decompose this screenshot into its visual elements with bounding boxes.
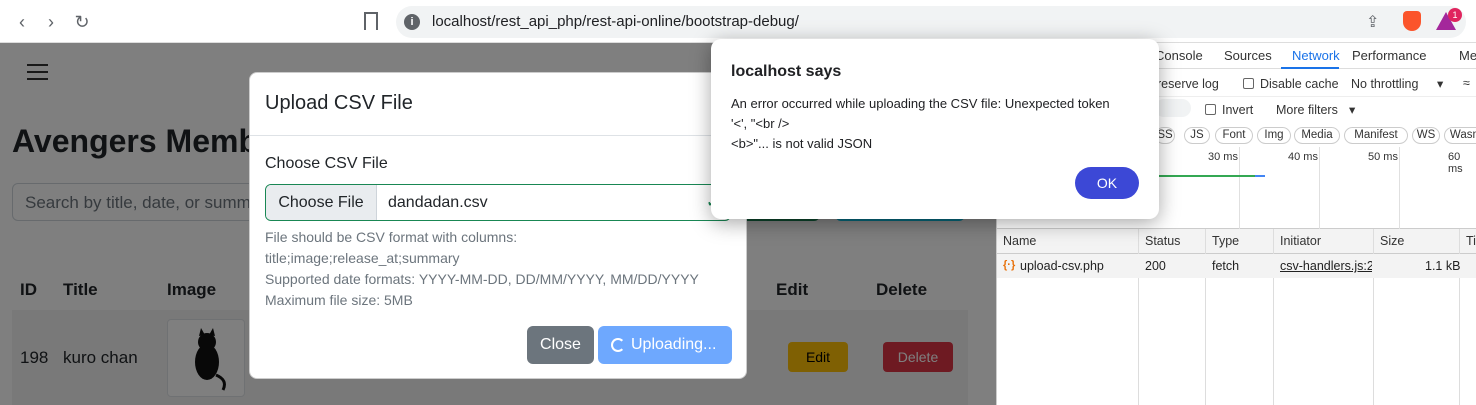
choose-file-button[interactable]: Choose File [266,185,377,220]
alert-title: localhost says [731,63,842,80]
forward-icon[interactable]: › [40,11,62,33]
invert-checkbox[interactable] [1205,104,1216,115]
timeline-gridline [1239,147,1240,229]
request-initiator[interactable]: csv-handlers.js:2 [1280,259,1372,273]
filter-input[interactable] [1155,99,1191,117]
timeline-label-50: 50 ms [1368,151,1398,163]
help-line-2: title;image;release_at;summary [265,250,460,266]
upload-button[interactable]: Uploading... [598,326,732,364]
column-time[interactable]: Ti [1466,234,1476,248]
column-name[interactable]: Name [1003,234,1036,248]
column-size[interactable]: Size [1380,234,1404,248]
wifi-icon[interactable]: ≈ [1463,76,1470,90]
timeline-gridline [1399,147,1400,229]
upload-button-label: Uploading... [631,336,717,353]
help-line-3: Supported date formats: YYYY-MM-DD, DD/M… [265,271,699,287]
column-status[interactable]: Status [1145,234,1180,248]
modal-header: Upload CSV File [250,73,746,136]
site-info-icon[interactable]: i [404,14,420,30]
file-label: Choose CSV File [265,155,388,172]
modal-title: Upload CSV File [265,92,413,114]
timeline-bar-download [1255,175,1265,177]
back-icon[interactable]: ‹ [11,11,33,33]
alert-message: An error occurred while uploading the CS… [731,96,1110,151]
tab-performance[interactable]: Performance [1352,48,1426,63]
invert-label[interactable]: Invert [1222,103,1253,117]
filter-manifest[interactable]: Manifest [1344,127,1408,144]
url-text[interactable]: localhost/rest_api_php/rest-api-online/b… [432,13,799,30]
request-row[interactable]: {·} upload-csv.php 200 fetch csv-handler… [997,254,1476,278]
reload-icon[interactable]: ↻ [71,11,93,33]
chevron-down-icon[interactable]: ▾ [1437,76,1443,91]
requests-header: Name Status Type Initiator Size Ti [997,229,1476,254]
filter-ws[interactable]: WS [1412,127,1440,144]
script-icon: {·} [1003,259,1016,271]
share-icon[interactable]: ⇪ [1366,12,1380,31]
disable-cache-label[interactable]: Disable cache [1260,77,1339,91]
file-input[interactable]: Choose File dandadan.csv ✓ [265,184,731,221]
filter-media[interactable]: Media [1294,127,1340,144]
ok-button[interactable]: OK [1075,167,1139,199]
help-line-1: File should be CSV format with columns: [265,229,518,245]
tab-memory[interactable]: Me [1459,48,1476,63]
request-status: 200 [1145,259,1166,273]
more-filters-chevron-icon: ▾ [1349,103,1356,117]
bookmark-icon[interactable] [364,12,378,30]
more-filters-button[interactable]: More filters [1276,103,1338,117]
browser-toolbar: ‹ › ↻ i localhost/rest_api_php/rest-api-… [0,0,1476,43]
timeline-label-40: 40 ms [1288,151,1318,163]
preserve-log-label[interactable]: reserve log [1157,77,1219,91]
request-size: 1.1 kB [1425,259,1461,273]
alert-dialog: localhost says An error occurred while u… [711,39,1159,219]
throttling-select[interactable]: No throttling [1351,77,1418,91]
tab-console[interactable]: Console [1155,48,1203,63]
filter-wasm[interactable]: Wasm [1444,127,1476,144]
tab-sources[interactable]: Sources [1224,48,1272,63]
rewards-badge: 1 [1448,8,1462,22]
timeline-label-60: 60 ms [1448,151,1463,175]
selected-file-name: dandadan.csv [388,194,488,211]
filter-img[interactable]: Img [1257,127,1291,144]
request-name[interactable]: upload-csv.php [1020,259,1104,273]
address-bar[interactable]: i localhost/rest_api_php/rest-api-online… [396,6,1466,38]
filter-font[interactable]: Font [1215,127,1253,144]
request-type: fetch [1212,259,1240,273]
active-tab-indicator [1281,67,1339,69]
spinner-icon [611,338,625,352]
help-line-4: Maximum file size: 5MB [265,292,413,308]
column-initiator[interactable]: Initiator [1280,234,1321,248]
filter-js[interactable]: JS [1184,127,1210,144]
disable-cache-checkbox[interactable] [1243,78,1254,89]
brave-shields-icon[interactable] [1403,11,1421,31]
tab-network[interactable]: Network [1292,48,1340,63]
close-button[interactable]: Close [527,326,594,364]
timeline-label-30: 30 ms [1208,151,1238,163]
upload-csv-modal: Upload CSV File Choose CSV File Choose F… [249,72,747,379]
column-type[interactable]: Type [1212,234,1239,248]
timeline-gridline [1319,147,1320,229]
